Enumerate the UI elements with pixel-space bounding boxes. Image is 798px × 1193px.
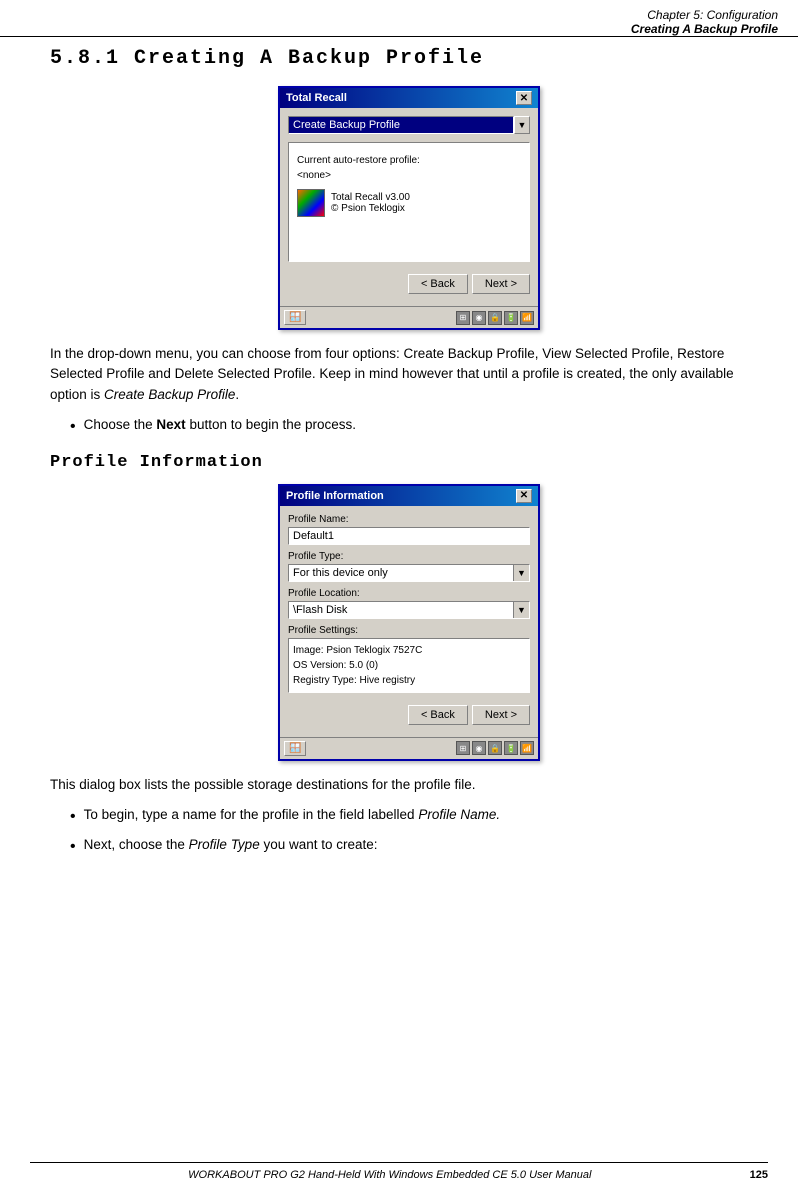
dropdown-arrow[interactable]: ▼ [514, 116, 530, 134]
dialog1-next-button[interactable]: Next > [472, 274, 530, 294]
auto-restore-value: <none> [297, 170, 521, 181]
bullet2-italic: Profile Name. [418, 807, 500, 822]
dialog1-taskbar: 🪟 ⊞ ◉ 🔒 🔋 📶 [280, 306, 538, 328]
body-paragraph-2: This dialog box lists the possible stora… [50, 775, 768, 795]
dialog1-back-button[interactable]: < Back [408, 274, 468, 294]
profile-type-arrow[interactable]: ▼ [513, 565, 529, 581]
main-content: 5.8.1 Creating A Backup Profile Total Re… [0, 47, 798, 885]
dialog1-content-area: Current auto-restore profile: <none> Tot… [288, 142, 530, 262]
dialog2-buttons: < Back Next > [288, 701, 530, 729]
bullet1-bold: Next [156, 417, 185, 432]
taskbar2-icon-5: 📶 [520, 741, 534, 755]
profile-location-value: \Flash Disk [289, 602, 513, 618]
taskbar2-start-button[interactable]: 🪟 [284, 741, 306, 756]
dropdown-select[interactable]: Create Backup Profile [288, 116, 514, 134]
bullet1-content: Choose the Next button to begin the proc… [84, 415, 356, 439]
dialog2-titlebar: Profile Information ✕ [280, 486, 538, 506]
taskbar2-icon-4: 🔋 [504, 741, 518, 755]
start2-icon: 🪟 [289, 743, 301, 754]
bullet3-italic: Profile Type [189, 837, 260, 852]
dialog2-title: Profile Information [286, 490, 384, 502]
taskbar-start-button[interactable]: 🪟 [284, 310, 306, 325]
dialog2-close-button[interactable]: ✕ [516, 489, 532, 503]
settings-line2: OS Version: 5.0 (0) [293, 658, 525, 673]
taskbar-icon-4: 🔋 [504, 311, 518, 325]
bullet-item-3: • Next, choose the Profile Type you want… [70, 835, 768, 859]
bullet3-content: Next, choose the Profile Type you want t… [84, 835, 378, 859]
dialog2-next-button[interactable]: Next > [472, 705, 530, 725]
screenshot1-container: Total Recall ✕ Create Backup Profile ▼ C… [50, 86, 768, 330]
footer-text: WORKABOUT PRO G2 Hand-Held With Windows … [30, 1169, 750, 1181]
bullet-dot-1: • [70, 415, 76, 439]
profile-info-dialog: Profile Information ✕ Profile Name: Defa… [278, 484, 540, 761]
dialog1-body: Create Backup Profile ▼ Current auto-res… [280, 108, 538, 306]
profile-type-select[interactable]: For this device only ▼ [288, 564, 530, 582]
footer-page-number: 125 [750, 1169, 768, 1181]
icon-text-line1: Total Recall v3.00 [331, 192, 410, 203]
body-paragraph-1: In the drop-down menu, you can choose fr… [50, 344, 768, 405]
section-label: Creating A Backup Profile [20, 22, 778, 36]
profile-location-label: Profile Location: [288, 588, 530, 599]
bullet2-prefix: To begin, type a name for the profile in… [84, 807, 419, 822]
bullet-item-2: • To begin, type a name for the profile … [70, 805, 768, 829]
profile-settings-label: Profile Settings: [288, 625, 530, 636]
profile-name-label: Profile Name: [288, 514, 530, 525]
taskbar2-right-icons: ⊞ ◉ 🔒 🔋 📶 [456, 741, 534, 755]
dropdown-value: Create Backup Profile [293, 119, 400, 131]
taskbar-icon-5: 📶 [520, 311, 534, 325]
dialog1-title: Total Recall [286, 92, 347, 104]
dialog1-close-button[interactable]: ✕ [516, 91, 532, 105]
profile-location-select[interactable]: \Flash Disk ▼ [288, 601, 530, 619]
profile-settings-area: Image: Psion Teklogix 7527C OS Version: … [288, 638, 530, 693]
sub-section-title: Profile Information [50, 453, 768, 472]
dialog2-back-button[interactable]: < Back [408, 705, 468, 725]
para1-italic: Create Backup Profile [104, 387, 235, 402]
bullet3-prefix: Next, choose the [84, 837, 189, 852]
total-recall-icon [297, 189, 325, 217]
icon-text-line2: © Psion Teklogix [331, 203, 410, 214]
info-row: Total Recall v3.00 © Psion Teklogix [297, 189, 521, 217]
taskbar-icon-2: ◉ [472, 311, 486, 325]
chapter-label: Chapter 5: Configuration [20, 8, 778, 22]
start-icon: 🪟 [289, 312, 301, 323]
taskbar-icon-1: ⊞ [456, 311, 470, 325]
bullet-item-1: • Choose the Next button to begin the pr… [70, 415, 768, 439]
section-title: 5.8.1 Creating A Backup Profile [50, 47, 768, 70]
page-footer: WORKABOUT PRO G2 Hand-Held With Windows … [30, 1162, 768, 1181]
bullet3-suffix: you want to create: [260, 837, 378, 852]
page-container: Chapter 5: Configuration Creating A Back… [0, 0, 798, 1193]
profile-type-value: For this device only [289, 565, 513, 581]
taskbar-right-icons: ⊞ ◉ 🔒 🔋 📶 [456, 311, 534, 325]
bullet2-content: To begin, type a name for the profile in… [84, 805, 501, 829]
auto-restore-label: Current auto-restore profile: [297, 155, 521, 166]
screenshot2-container: Profile Information ✕ Profile Name: Defa… [50, 484, 768, 761]
dropdown-container: Create Backup Profile ▼ [288, 116, 530, 134]
para1-end: . [235, 387, 239, 402]
taskbar2-icon-1: ⊞ [456, 741, 470, 755]
settings-line1: Image: Psion Teklogix 7527C [293, 643, 525, 658]
taskbar-icon-3: 🔒 [488, 311, 502, 325]
page-header: Chapter 5: Configuration Creating A Back… [0, 0, 798, 37]
profile-location-arrow[interactable]: ▼ [513, 602, 529, 618]
dialog2-taskbar: 🪟 ⊞ ◉ 🔒 🔋 📶 [280, 737, 538, 759]
total-recall-dialog: Total Recall ✕ Create Backup Profile ▼ C… [278, 86, 540, 330]
bullet1-prefix: Choose the [84, 417, 157, 432]
bullet1-suffix: button to begin the process. [186, 417, 356, 432]
bullet-dot-3: • [70, 835, 76, 859]
bullet-dot-2: • [70, 805, 76, 829]
settings-line3: Registry Type: Hive registry [293, 673, 525, 688]
taskbar2-icon-2: ◉ [472, 741, 486, 755]
profile-type-label: Profile Type: [288, 551, 530, 562]
profile-name-input[interactable]: Default1 [288, 527, 530, 545]
dialog2-body: Profile Name: Default1 Profile Type: For… [280, 506, 538, 737]
taskbar2-icon-3: 🔒 [488, 741, 502, 755]
dialog1-titlebar: Total Recall ✕ [280, 88, 538, 108]
dialog1-buttons: < Back Next > [288, 270, 530, 298]
icon-text: Total Recall v3.00 © Psion Teklogix [331, 192, 410, 214]
